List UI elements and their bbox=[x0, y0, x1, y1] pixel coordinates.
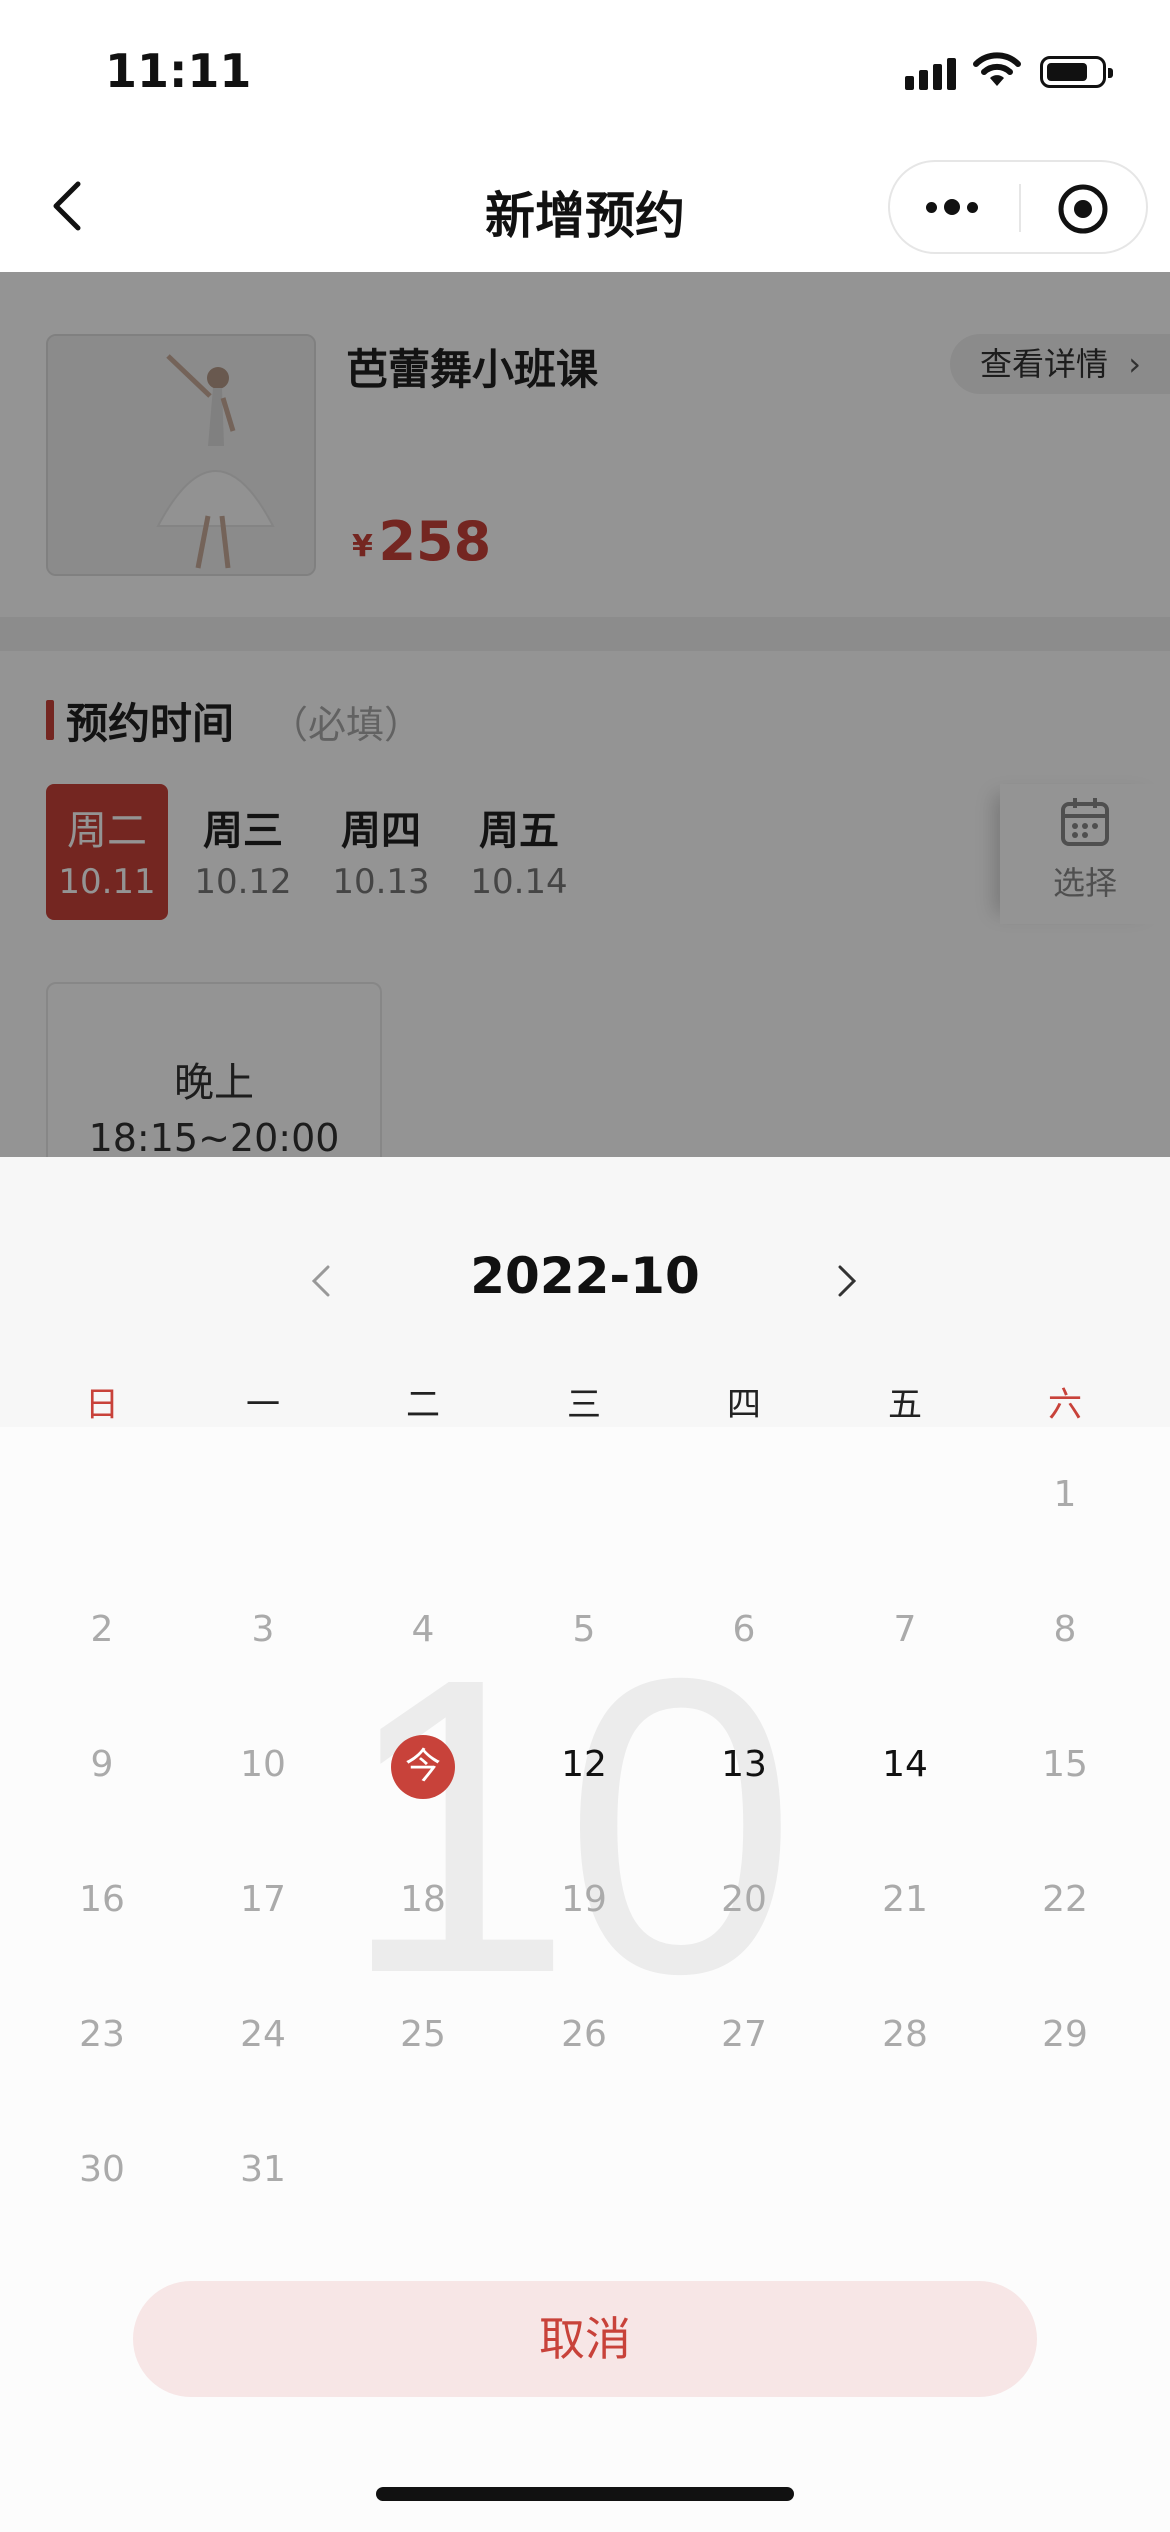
calendar-day: 27 bbox=[721, 2014, 767, 2055]
calendar-day: 6 bbox=[732, 1609, 756, 1650]
calendar-sheet: 2022-10 日 一 二 三 四 五 六 10 1 2 3 4 5 6 7 8 9 10 今 12 1… bbox=[0, 1157, 1170, 2532]
calendar-day[interactable]: 12 bbox=[504, 1735, 664, 1795]
calendar-day: 22 bbox=[1042, 1879, 1088, 1920]
next-month-icon[interactable] bbox=[832, 1261, 862, 1301]
capsule-divider bbox=[1019, 184, 1021, 232]
month-watermark: 10 bbox=[340, 1592, 797, 2061]
calendar-day: 8 bbox=[1053, 1609, 1077, 1650]
calendar-day: 31 bbox=[240, 2149, 286, 2190]
calendar-day: 18 bbox=[400, 1879, 446, 1920]
calendar-day: 26 bbox=[561, 2014, 607, 2055]
wifi-icon bbox=[973, 52, 1021, 86]
calendar-day: 25 bbox=[400, 2014, 446, 2055]
mini-program-capsule bbox=[888, 160, 1148, 254]
calendar-day: 9 bbox=[90, 1744, 114, 1785]
calendar-day: 4 bbox=[411, 1609, 435, 1650]
signal-icon bbox=[905, 58, 961, 90]
weekday-header: 四 bbox=[727, 1385, 761, 1425]
calendar-day: 28 bbox=[882, 2014, 928, 2055]
home-indicator bbox=[376, 2487, 794, 2501]
weekday-header: 日 bbox=[85, 1385, 119, 1425]
battery-icon bbox=[1040, 56, 1113, 88]
calendar-day: 16 bbox=[79, 1879, 125, 1920]
weekday-header: 二 bbox=[406, 1385, 440, 1425]
more-icon[interactable] bbox=[926, 198, 985, 217]
calendar-day: 23 bbox=[79, 2014, 125, 2055]
calendar-day: 7 bbox=[893, 1609, 917, 1650]
cancel-button[interactable]: 取消 bbox=[133, 2281, 1037, 2397]
modal-overlay[interactable] bbox=[0, 272, 1170, 1157]
calendar-day: 3 bbox=[251, 1609, 275, 1650]
calendar-day: 19 bbox=[561, 1879, 607, 1920]
weekday-header: 一 bbox=[246, 1385, 280, 1425]
calendar-day[interactable]: 今 bbox=[343, 1735, 503, 1799]
weekday-header: 三 bbox=[567, 1385, 601, 1425]
calendar-day: 29 bbox=[1042, 2014, 1088, 2055]
calendar-day: 2 bbox=[90, 1609, 114, 1650]
calendar-day: 1 bbox=[1053, 1474, 1077, 1515]
today-marker: 今 bbox=[391, 1735, 455, 1799]
calendar-month-label: 2022-10 bbox=[470, 1247, 700, 1305]
calendar-day: 10 bbox=[240, 1744, 286, 1785]
status-time: 11:11 bbox=[105, 44, 252, 98]
calendar-day: 24 bbox=[240, 2014, 286, 2055]
calendar-day: 20 bbox=[721, 1879, 767, 1920]
weekday-header: 六 bbox=[1048, 1385, 1082, 1425]
calendar-day: 21 bbox=[882, 1879, 928, 1920]
calendar-day[interactable]: 13 bbox=[664, 1735, 824, 1795]
weekday-header: 五 bbox=[888, 1385, 922, 1425]
calendar-day: 15 bbox=[1042, 1744, 1088, 1785]
calendar-day: 17 bbox=[240, 1879, 286, 1920]
close-target-icon[interactable] bbox=[1056, 182, 1110, 236]
calendar-day[interactable]: 14 bbox=[825, 1735, 985, 1795]
calendar-day: 30 bbox=[79, 2149, 125, 2190]
calendar-day: 5 bbox=[572, 1609, 596, 1650]
